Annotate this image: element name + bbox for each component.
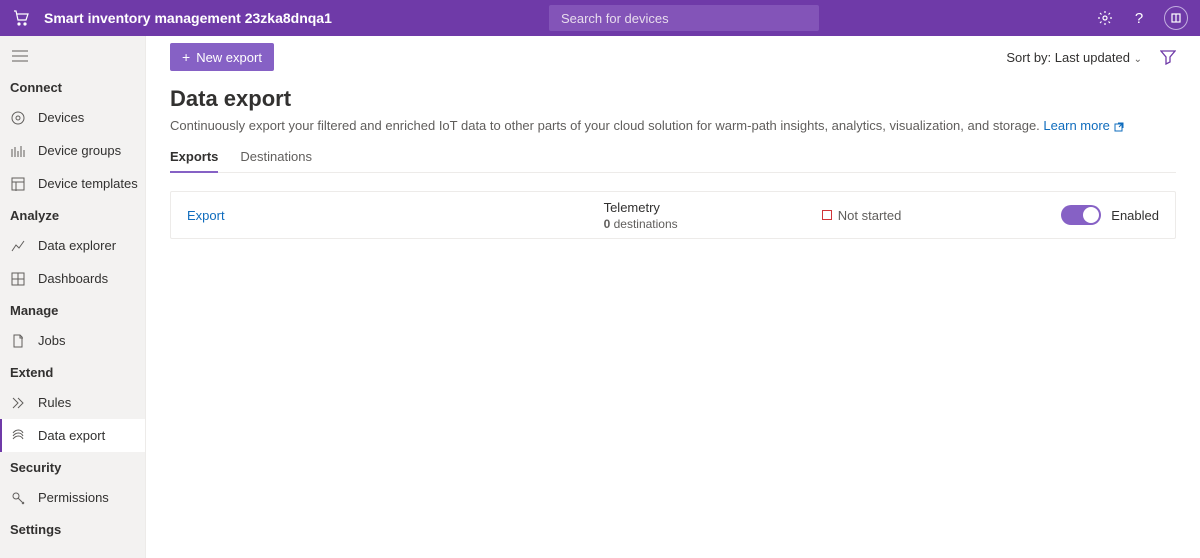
sidebar: Connect Devices Device groups Device tem…	[0, 36, 146, 558]
section-extend: Extend	[0, 357, 145, 386]
data-explorer-icon	[10, 238, 26, 254]
sidebar-item-label: Devices	[38, 110, 84, 125]
sidebar-item-device-templates[interactable]: Device templates	[0, 167, 145, 200]
enabled-toggle[interactable]	[1061, 205, 1101, 225]
sidebar-item-label: Device groups	[38, 143, 121, 158]
sidebar-item-devices[interactable]: Devices	[0, 101, 145, 134]
section-security: Security	[0, 452, 145, 481]
sidebar-item-label: Rules	[38, 395, 71, 410]
device-templates-icon	[10, 176, 26, 192]
dashboards-icon	[10, 271, 26, 287]
jobs-icon	[10, 333, 26, 349]
search-box[interactable]	[549, 5, 819, 31]
sidebar-item-device-groups[interactable]: Device groups	[0, 134, 145, 167]
destinations-count: 0 destinations	[604, 217, 822, 231]
sidebar-item-label: Device templates	[38, 176, 138, 191]
telemetry-label: Telemetry	[604, 200, 822, 215]
learn-more-link[interactable]: Learn more	[1043, 118, 1123, 133]
sidebar-item-label: Permissions	[38, 490, 109, 505]
permissions-icon	[10, 490, 26, 506]
devices-icon	[10, 110, 26, 126]
sidebar-item-label: Dashboards	[38, 271, 108, 286]
plus-icon: +	[182, 50, 190, 64]
status-indicator-icon	[822, 210, 832, 220]
app-header: Smart inventory management 23zka8dnqa1 ?	[0, 0, 1200, 36]
export-name-link[interactable]: Export	[187, 208, 225, 223]
sidebar-item-permissions[interactable]: Permissions	[0, 481, 145, 514]
chevron-down-icon: ⌄	[1134, 54, 1142, 65]
app-switcher-icon[interactable]	[1164, 6, 1188, 30]
page-title: Data export	[170, 86, 1176, 112]
tabs: Exports Destinations	[170, 149, 1176, 173]
app-title: Smart inventory management 23zka8dnqa1	[44, 10, 332, 26]
rules-icon	[10, 395, 26, 411]
hamburger-icon[interactable]	[0, 40, 145, 72]
filter-icon[interactable]	[1160, 49, 1176, 65]
sort-by-label: Sort by:	[1006, 50, 1051, 65]
sort-by-value: Last updated	[1055, 50, 1130, 65]
sidebar-item-rules[interactable]: Rules	[0, 386, 145, 419]
help-icon[interactable]: ?	[1130, 9, 1148, 27]
tab-exports[interactable]: Exports	[170, 149, 218, 172]
enabled-label: Enabled	[1111, 208, 1159, 223]
section-settings: Settings	[0, 514, 145, 543]
sidebar-item-dashboards[interactable]: Dashboards	[0, 262, 145, 295]
data-export-icon	[10, 428, 26, 444]
sidebar-item-data-explorer[interactable]: Data explorer	[0, 229, 145, 262]
export-row: Export Telemetry 0 destinations Not star…	[170, 191, 1176, 239]
shopping-cart-icon[interactable]	[12, 9, 30, 27]
main-content: + New export Sort by: Last updated ⌄ Dat…	[146, 36, 1200, 558]
header-actions: ?	[1096, 6, 1188, 30]
subtitle-text: Continuously export your filtered and en…	[170, 118, 1040, 133]
device-groups-icon	[10, 143, 26, 159]
sidebar-item-label: Jobs	[38, 333, 65, 348]
sidebar-item-jobs[interactable]: Jobs	[0, 324, 145, 357]
sort-by-control[interactable]: Sort by: Last updated ⌄	[1006, 50, 1142, 65]
new-export-button[interactable]: + New export	[170, 43, 274, 71]
status-text: Not started	[838, 208, 902, 223]
sidebar-item-label: Data export	[38, 428, 105, 443]
section-analyze: Analyze	[0, 200, 145, 229]
tab-destinations[interactable]: Destinations	[240, 149, 312, 172]
page-subtitle: Continuously export your filtered and en…	[170, 118, 1176, 133]
section-manage: Manage	[0, 295, 145, 324]
gear-icon[interactable]	[1096, 9, 1114, 27]
search-input[interactable]	[561, 11, 807, 26]
command-bar: + New export Sort by: Last updated ⌄	[146, 36, 1200, 78]
section-connect: Connect	[0, 72, 145, 101]
sidebar-item-data-export[interactable]: Data export	[0, 419, 145, 452]
sidebar-item-label: Data explorer	[38, 238, 116, 253]
new-export-label: New export	[196, 50, 262, 65]
